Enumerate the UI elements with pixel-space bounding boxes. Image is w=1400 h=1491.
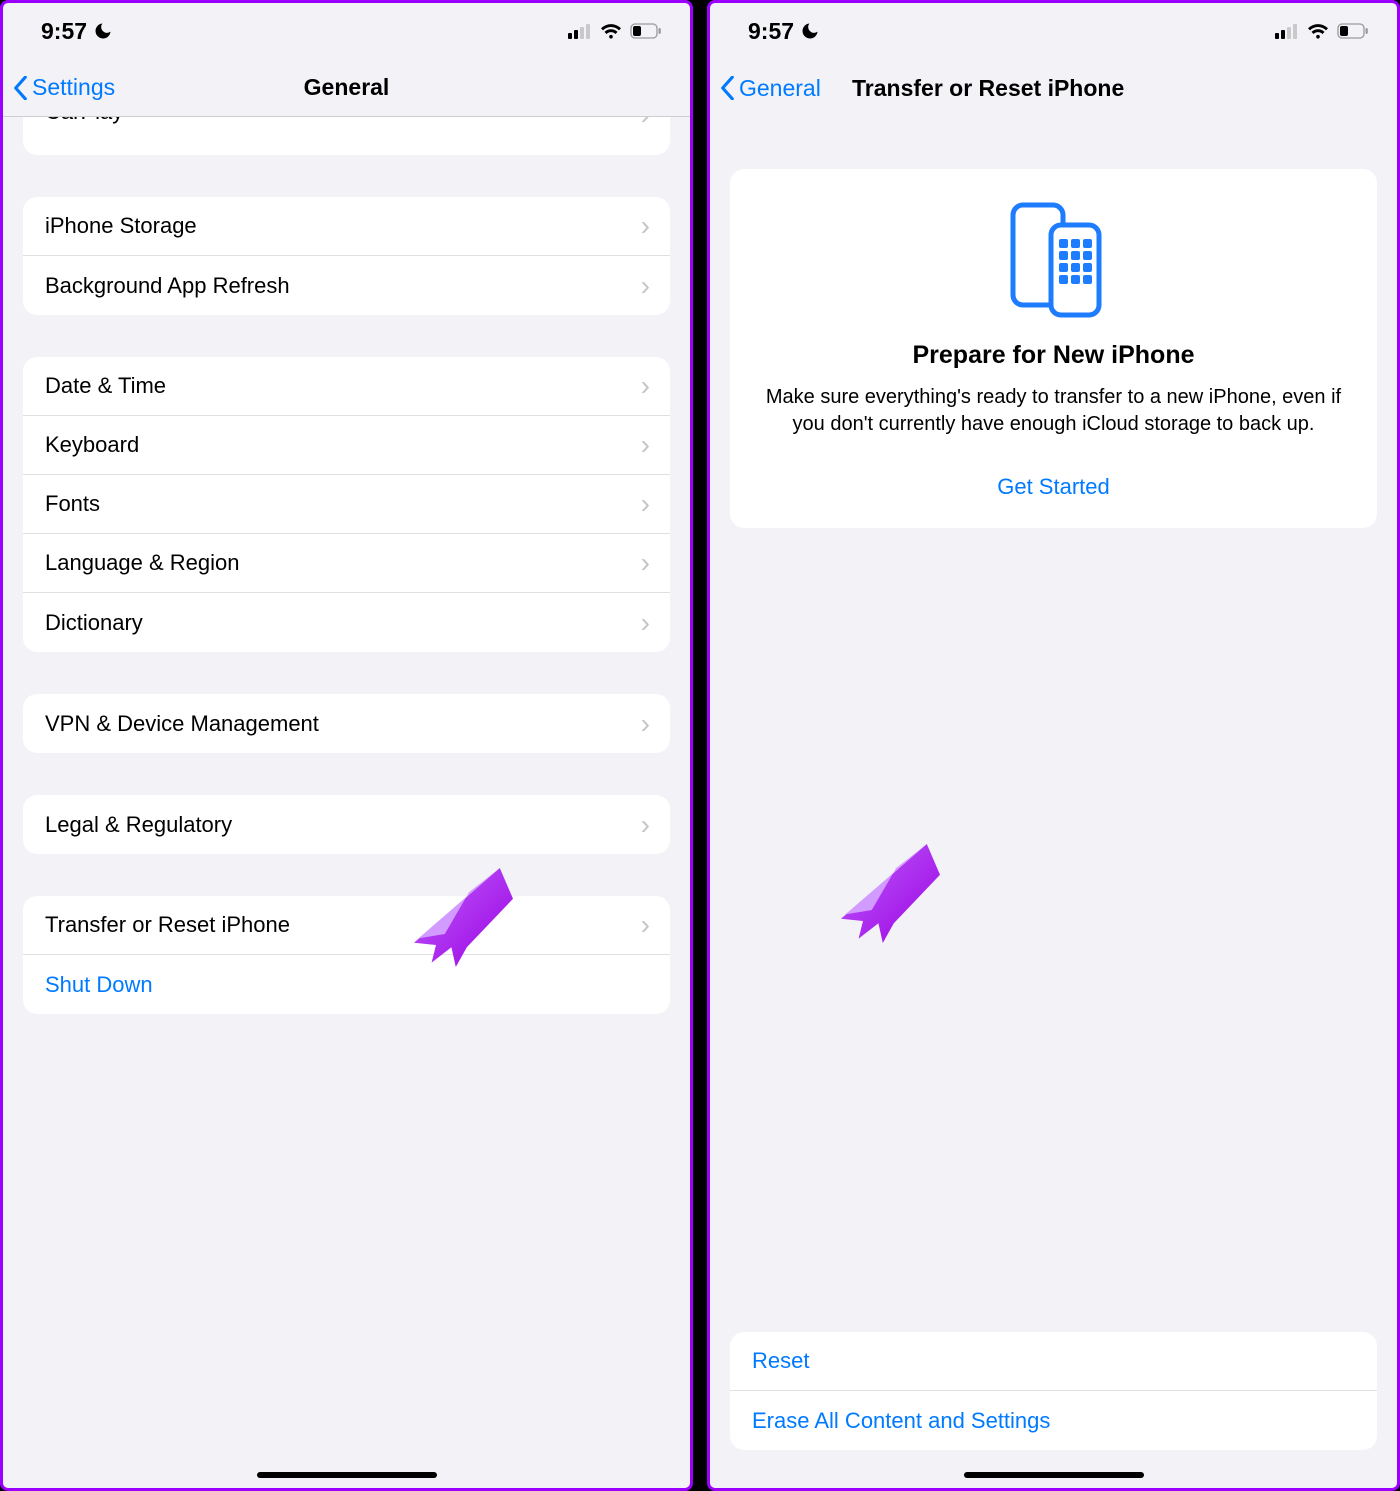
two-iphones-icon: [758, 199, 1349, 319]
back-to-settings[interactable]: Settings: [13, 74, 115, 101]
chevron-left-icon: [13, 76, 28, 100]
card-heading: Prepare for New iPhone: [758, 341, 1349, 370]
row-reset[interactable]: Reset: [730, 1332, 1377, 1391]
reset-options-group: Reset Erase All Content and Settings: [730, 1332, 1377, 1450]
back-to-general[interactable]: General: [720, 75, 821, 102]
row-label: Background App Refresh: [45, 273, 290, 299]
row-label: CarPlay: [45, 117, 123, 125]
home-indicator[interactable]: [964, 1472, 1144, 1478]
general-settings-list[interactable]: CarPlay › iPhone Storage › Background Ap…: [3, 117, 690, 1488]
nav-header: General Transfer or Reset iPhone: [710, 59, 1397, 117]
chevron-right-icon: ›: [641, 911, 650, 939]
chevron-right-icon: ›: [641, 609, 650, 637]
row-iphone-storage[interactable]: iPhone Storage ›: [23, 197, 670, 256]
chevron-right-icon: ›: [641, 272, 650, 300]
wifi-icon: [600, 23, 622, 39]
back-label: Settings: [32, 74, 115, 101]
card-body: Make sure everything's ready to transfer…: [758, 384, 1349, 438]
row-fonts[interactable]: Fonts ›: [23, 475, 670, 534]
row-carplay[interactable]: CarPlay ›: [23, 117, 670, 155]
chevron-right-icon: ›: [641, 431, 650, 459]
cellular-signal-icon: [568, 23, 592, 39]
row-label: iPhone Storage: [45, 213, 197, 239]
status-right: [568, 23, 662, 39]
row-label: Date & Time: [45, 373, 166, 399]
row-background-app-refresh[interactable]: Background App Refresh ›: [23, 256, 670, 315]
status-time: 9:57: [41, 18, 87, 45]
get-started-button[interactable]: Get Started: [758, 438, 1349, 528]
chevron-right-icon: ›: [641, 710, 650, 738]
group-locale: Date & Time › Keyboard › Fonts › Languag…: [23, 357, 670, 652]
chevron-right-icon: ›: [641, 372, 650, 400]
do-not-disturb-moon-icon: [800, 21, 820, 41]
chevron-right-icon: ›: [641, 490, 650, 518]
row-label: Keyboard: [45, 432, 139, 458]
row-dictionary[interactable]: Dictionary ›: [23, 593, 670, 652]
chevron-right-icon: ›: [641, 549, 650, 577]
home-indicator[interactable]: [257, 1472, 437, 1478]
row-vpn-device-management[interactable]: VPN & Device Management ›: [23, 694, 670, 753]
do-not-disturb-moon-icon: [93, 21, 113, 41]
row-legal-regulatory[interactable]: Legal & Regulatory ›: [23, 795, 670, 854]
row-label: Dictionary: [45, 610, 143, 636]
row-erase-all-content[interactable]: Erase All Content and Settings: [730, 1391, 1377, 1450]
status-bar: 9:57: [710, 3, 1397, 59]
group-carplay: CarPlay ›: [23, 117, 670, 155]
row-keyboard[interactable]: Keyboard ›: [23, 416, 670, 475]
page-title: Transfer or Reset iPhone: [852, 75, 1124, 102]
nav-header: Settings General: [3, 59, 690, 117]
row-language-region[interactable]: Language & Region ›: [23, 534, 670, 593]
row-label: VPN & Device Management: [45, 711, 319, 737]
row-label: Erase All Content and Settings: [752, 1408, 1050, 1434]
wifi-icon: [1307, 23, 1329, 39]
chevron-right-icon: ›: [641, 212, 650, 240]
status-left: 9:57: [41, 18, 113, 45]
battery-icon: [630, 23, 662, 39]
status-right: [1275, 23, 1369, 39]
phone-right-transfer-reset: 9:57 General Transfer or Reset iPhone: [707, 0, 1400, 1491]
group-reset: Transfer or Reset iPhone › Shut Down: [23, 896, 670, 1014]
status-left: 9:57: [748, 18, 820, 45]
annotation-arrow-icon: [830, 833, 940, 943]
chevron-right-icon: ›: [641, 811, 650, 839]
group-vpn: VPN & Device Management ›: [23, 694, 670, 753]
page-title: General: [304, 74, 390, 101]
row-shut-down[interactable]: Shut Down: [23, 955, 670, 1014]
row-date-time[interactable]: Date & Time ›: [23, 357, 670, 416]
phone-left-general: 9:57 Settings General CarPlay: [0, 0, 693, 1491]
group-legal: Legal & Regulatory ›: [23, 795, 670, 854]
status-time: 9:57: [748, 18, 794, 45]
row-label: Fonts: [45, 491, 100, 517]
chevron-left-icon: [720, 76, 735, 100]
row-label: Legal & Regulatory: [45, 812, 232, 838]
cellular-signal-icon: [1275, 23, 1299, 39]
back-label: General: [739, 75, 821, 102]
row-label: Reset: [752, 1348, 809, 1374]
group-storage: iPhone Storage › Background App Refresh …: [23, 197, 670, 315]
row-transfer-or-reset-iphone[interactable]: Transfer or Reset iPhone ›: [23, 896, 670, 955]
transfer-reset-content: Prepare for New iPhone Make sure everyth…: [710, 117, 1397, 1488]
row-label: Language & Region: [45, 550, 240, 576]
chevron-right-icon: ›: [641, 117, 650, 129]
battery-icon: [1337, 23, 1369, 39]
prepare-card: Prepare for New iPhone Make sure everyth…: [730, 169, 1377, 528]
status-bar: 9:57: [3, 3, 690, 59]
row-label: Transfer or Reset iPhone: [45, 912, 290, 938]
row-label: Shut Down: [45, 972, 153, 998]
